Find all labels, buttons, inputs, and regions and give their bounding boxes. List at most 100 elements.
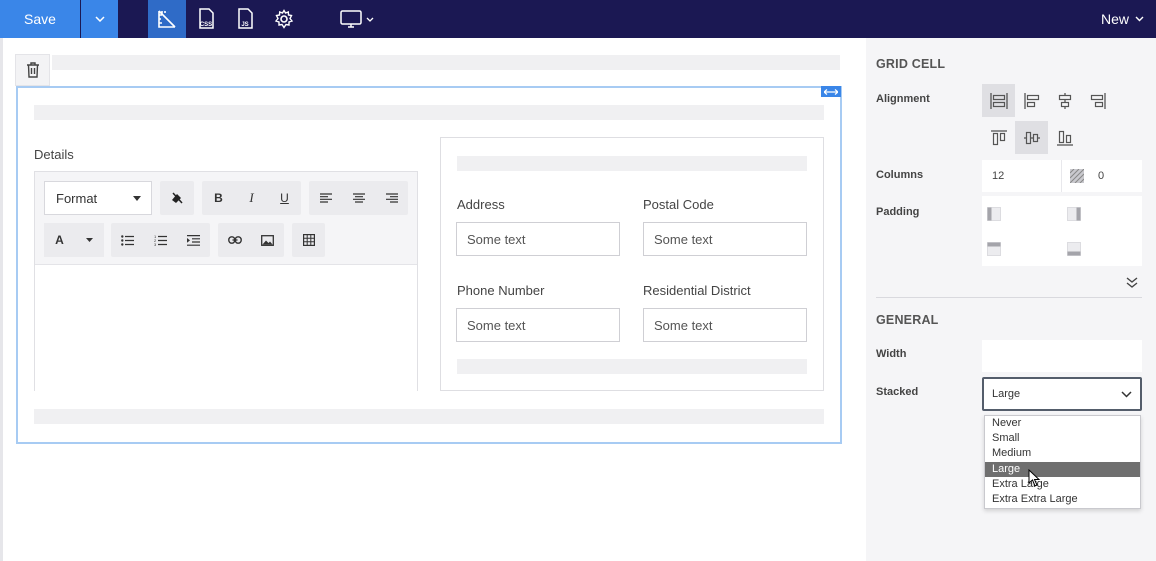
save-button[interactable]: Save [0,0,80,38]
new-button[interactable]: New [1101,0,1144,38]
insert-table-button[interactable] [292,224,325,257]
link-icon [227,236,242,244]
indent-icon [187,234,200,246]
vertical-align-middle-icon [1023,131,1040,144]
valign-middle-button[interactable] [1015,121,1048,154]
bullet-list-button[interactable] [111,224,144,257]
horizontal-align-right-icon [1090,92,1106,109]
insert-group [218,223,284,257]
insert-link-button[interactable] [218,224,251,257]
row-placeholder [457,359,807,374]
horizontal-align-left-icon [1023,92,1039,109]
caret-down-icon [85,238,93,242]
align-right-icon [385,193,398,203]
chevron-down-icon [366,17,374,22]
settings-button[interactable] [265,0,303,38]
image-icon [261,234,274,246]
offset-input[interactable]: 0 [1062,160,1142,192]
align-left-button[interactable] [1015,84,1048,117]
new-label: New [1100,11,1129,27]
general-heading: GENERAL [876,313,939,327]
double-chevron-down-icon [1126,277,1138,288]
align-right-button[interactable] [1081,84,1114,117]
table-icon [302,234,315,246]
chevron-down-icon [1135,16,1144,22]
valign-top-button[interactable] [982,121,1015,154]
eraser-icon [171,192,183,204]
svg-text:JS: JS [241,22,248,28]
phone-number-input[interactable]: Some text [456,308,620,342]
align-stretch-button[interactable] [982,84,1015,117]
svg-text:CSS: CSS [200,22,212,28]
mouse-cursor-icon [1028,469,1041,487]
svg-text:3: 3 [154,242,157,246]
padding-right-input[interactable] [1062,196,1142,231]
section-divider [876,297,1142,298]
font-color-button[interactable]: A [44,223,104,257]
align-center-button[interactable] [1048,84,1081,117]
padding-bottom-icon [1067,241,1081,256]
save-options-button[interactable] [81,0,118,38]
resize-handle[interactable] [821,86,841,97]
valign-bottom-button[interactable] [1048,121,1081,154]
bold-button[interactable]: B [202,182,235,215]
option-small[interactable]: Small [985,431,1140,446]
stacked-dropdown-list: Never Small Medium Large Extra Large Ext… [984,415,1141,509]
vertical-align-top-icon [990,129,1007,145]
option-large[interactable]: Large [985,461,1140,477]
stacked-label: Stacked [876,386,919,398]
font-color-label: A [55,233,64,247]
columns-input[interactable]: 12 [982,160,1062,192]
option-extra-extra-large[interactable]: Extra Extra Large [985,492,1140,507]
expand-more-button[interactable] [1126,276,1138,294]
residential-district-input[interactable]: Some text [643,308,807,342]
css-icon: CSS [199,8,214,29]
bullet-list-icon [121,234,134,246]
residential-district-label: Residential District [643,283,751,298]
row-placeholder [34,105,824,120]
align-center-button[interactable] [342,182,375,215]
width-input[interactable] [982,340,1142,372]
list-group: 123 [111,223,210,257]
text-style-group: B I U [202,181,301,215]
insert-image-button[interactable] [251,224,284,257]
device-preview-button[interactable] [334,0,380,38]
padding-top-input[interactable] [982,231,1062,266]
columns-label: Columns [876,169,924,181]
offset-icon [1070,169,1084,183]
format-select[interactable]: Format [44,181,152,215]
editor-toolbar: Format B I U A 1 2 3 [35,172,417,265]
address-input[interactable]: Some text [456,222,620,256]
trash-icon [26,62,39,78]
layout-button[interactable] [148,0,186,38]
indent-button[interactable] [177,224,210,257]
padding-right-icon [1067,206,1081,221]
option-medium[interactable]: Medium [985,446,1140,461]
align-right-button[interactable] [375,182,408,215]
monitor-icon [340,10,362,28]
option-never[interactable]: Never [985,416,1140,431]
table-group [292,223,325,257]
align-left-button[interactable] [309,182,342,215]
format-label: Format [56,190,98,206]
horizontal-stretch-icon [989,92,1008,109]
clear-format-button[interactable] [160,182,193,215]
chevron-down-icon [94,16,105,22]
underline-button[interactable]: U [268,182,301,215]
postal-code-input[interactable]: Some text [643,222,807,256]
clear-format-group [160,181,194,215]
stacked-selected-value: Large [992,388,1021,400]
delete-button[interactable] [15,54,50,86]
padding-bottom-input[interactable] [1062,231,1142,266]
js-button[interactable]: JS [226,0,264,38]
padding-left-input[interactable] [982,196,1062,231]
numbered-list-button[interactable]: 123 [144,224,177,257]
padding-left-icon [987,206,1001,221]
option-extra-large[interactable]: Extra Large [985,477,1140,492]
css-button[interactable]: CSS [187,0,225,38]
italic-button[interactable]: I [235,182,268,215]
numbered-list-icon: 123 [154,234,167,246]
stacked-select[interactable]: Large [982,377,1142,411]
grid-cell-heading: GRID CELL [876,57,946,71]
details-label: Details [34,147,74,162]
